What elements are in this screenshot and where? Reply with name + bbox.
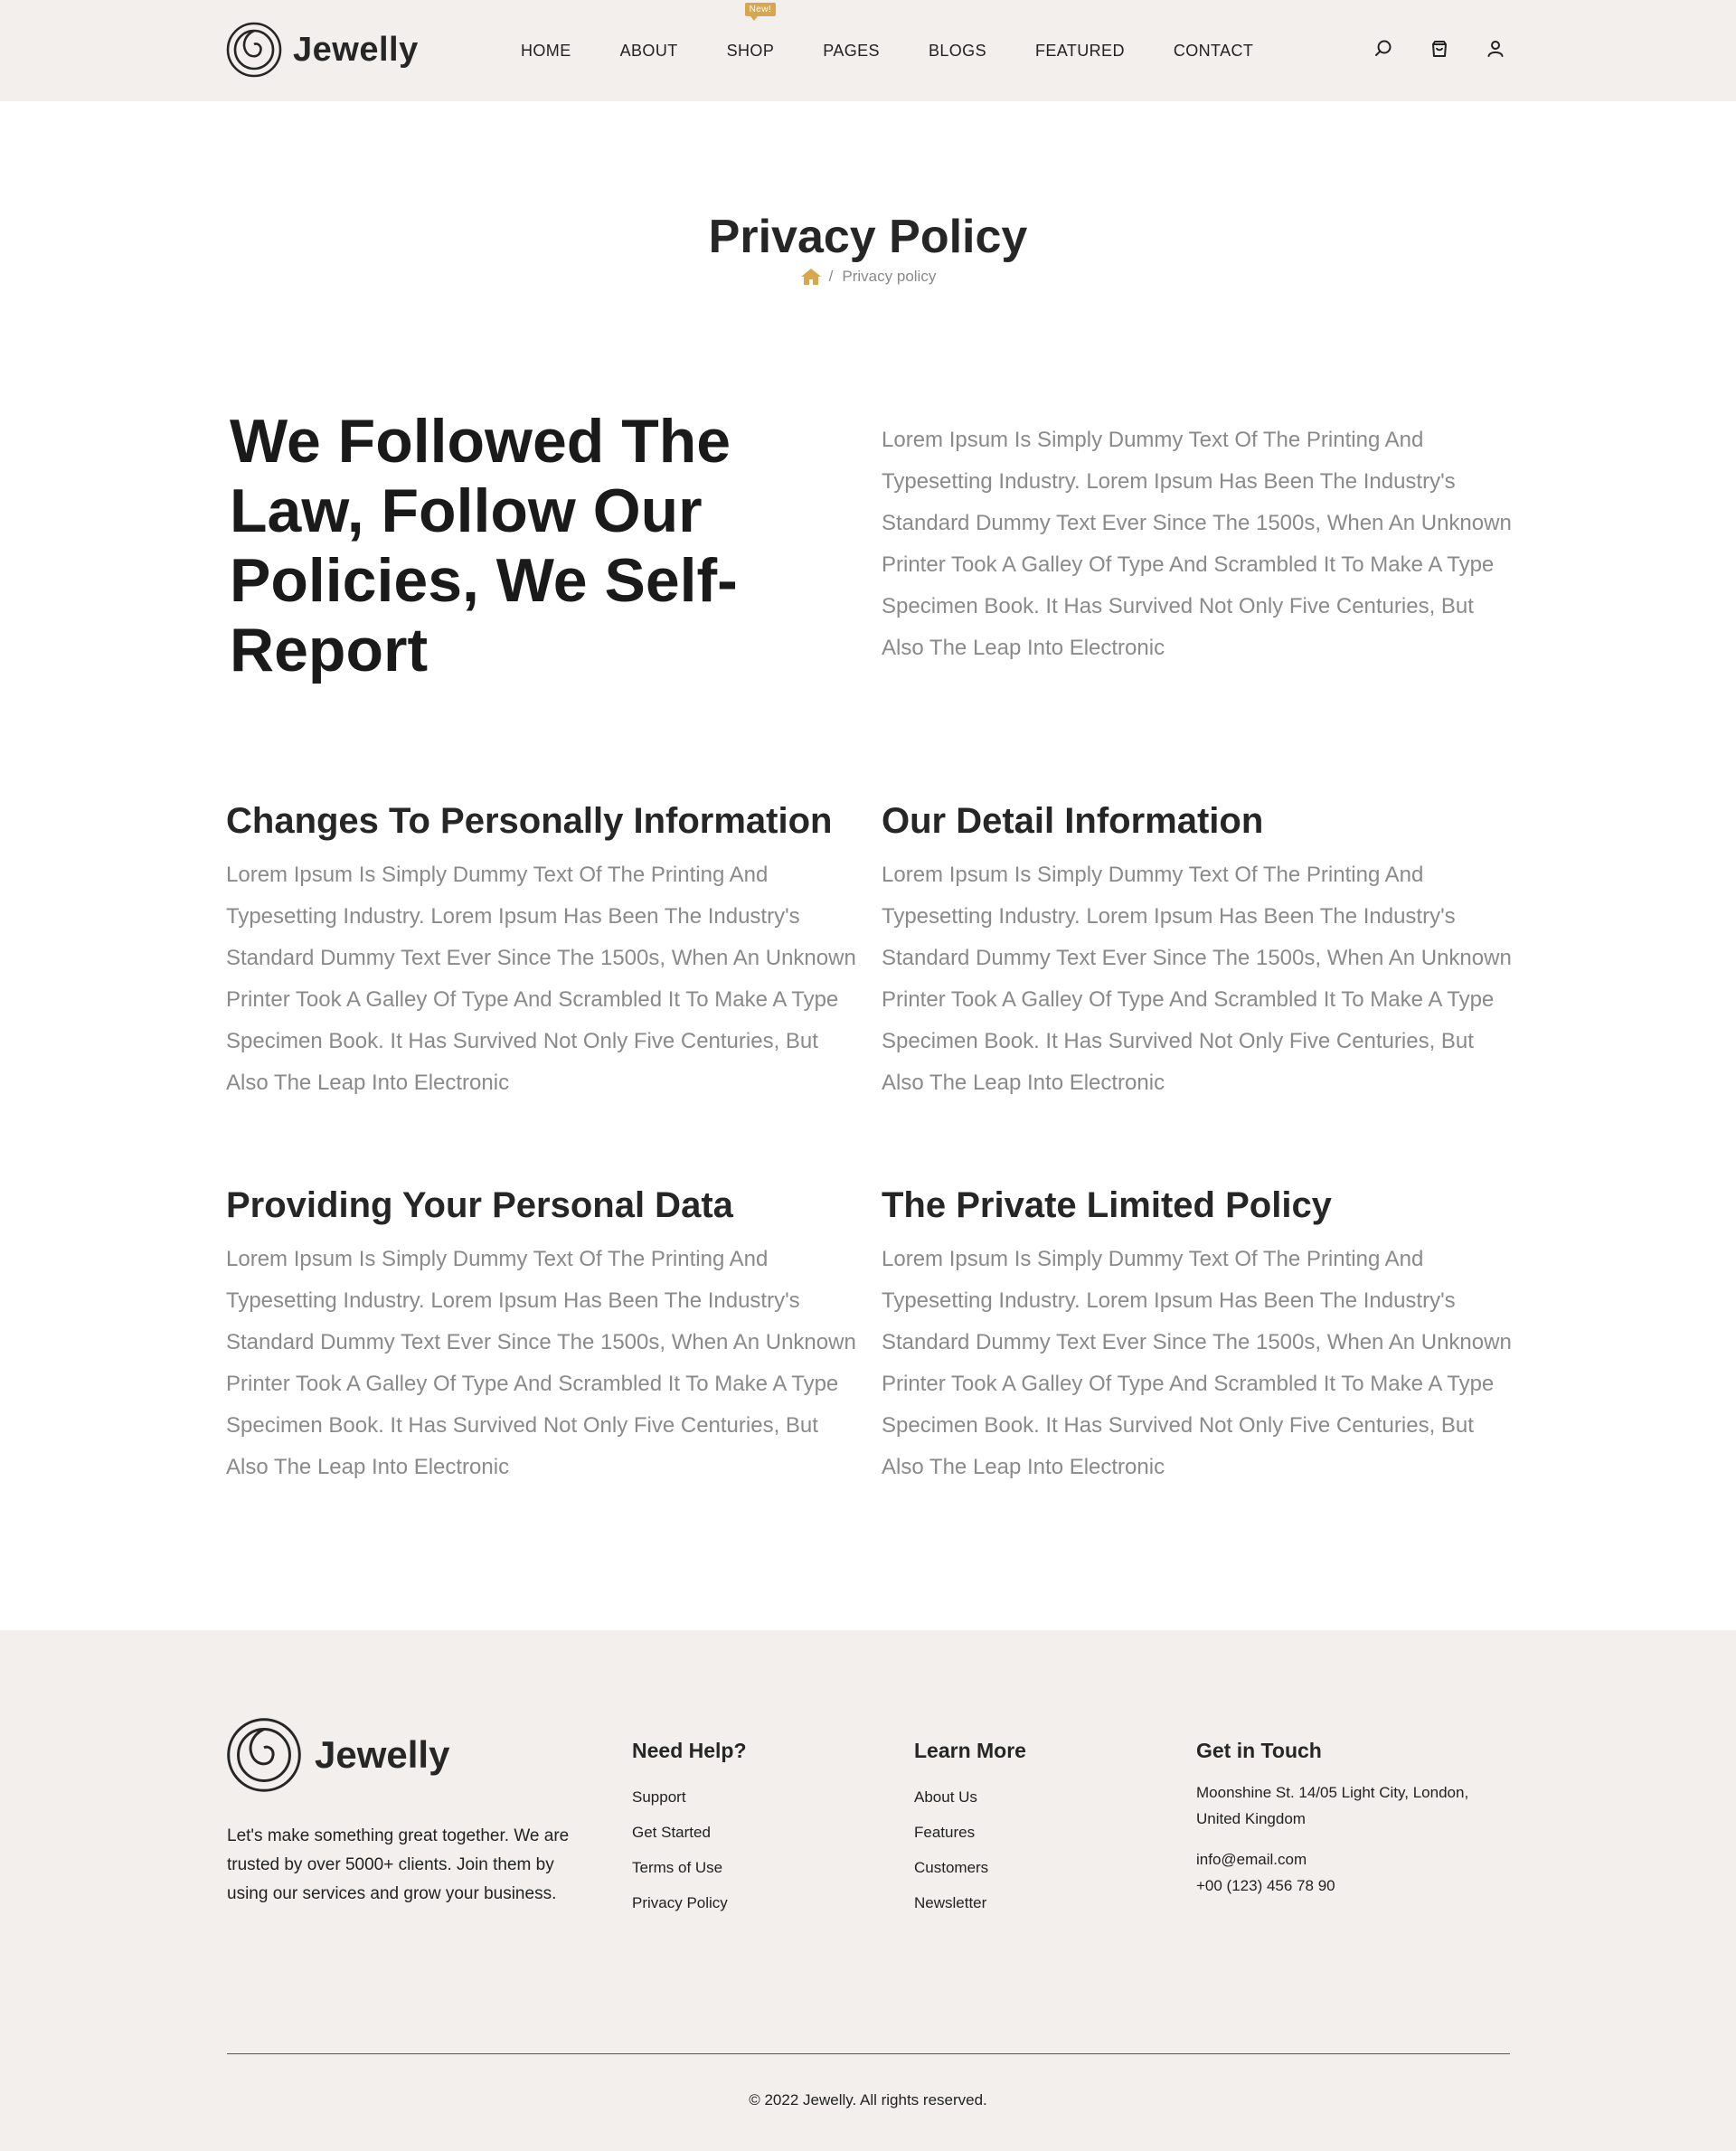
breadcrumb-current: Privacy policy [842, 268, 937, 285]
footer-logo-text: Jewelly [315, 1733, 450, 1776]
breadcrumb: / Privacy policy [0, 268, 1736, 286]
footer-column-title: Learn More [914, 1739, 1026, 1762]
cart-icon[interactable] [1429, 38, 1450, 60]
footer-about-text: Let's make something great together. We … [227, 1826, 570, 1903]
footer-link-customers[interactable]: Customers [914, 1850, 1026, 1885]
section-title: Our Detail Information [882, 801, 1264, 841]
header-actions [1373, 38, 1506, 60]
footer-get-in-touch: Get in Touch Moonshine St. 14/05 Light C… [1196, 1739, 1504, 1899]
section-text: Lorem Ipsum Is Simply Dummy Text Of The … [882, 1247, 1512, 1479]
footer-column-title: Need Help? [632, 1739, 747, 1762]
footer-link-support[interactable]: Support [632, 1779, 747, 1815]
footer-divider [227, 2053, 1510, 2054]
site-header: Jewelly HOME ABOUT New! SHOP PAGES BLOGS… [0, 0, 1736, 101]
page-title: Privacy Policy [708, 211, 1028, 263]
footer-email[interactable]: info@email.com [1196, 1846, 1504, 1873]
footer-address: Moonshine St. 14/05 Light City, London, … [1196, 1784, 1469, 1827]
footer-need-help: Need Help? Support Get Started Terms of … [632, 1739, 747, 1920]
logo-spiral-icon [226, 22, 282, 78]
section-title: Changes To Personally Information [226, 801, 833, 841]
footer-learn-more: Learn More About Us Features Customers N… [914, 1739, 1026, 1920]
new-badge: New! [744, 2, 777, 21]
footer-link-features[interactable]: Features [914, 1815, 1026, 1850]
section-title: Providing Your Personal Data [226, 1185, 733, 1225]
footer-link-privacy[interactable]: Privacy Policy [632, 1885, 747, 1920]
policy-section: Our Detail Information Lorem Ipsum Is Si… [882, 798, 1514, 1104]
user-icon[interactable] [1485, 38, 1506, 60]
intro-text: Lorem Ipsum Is Simply Dummy Text Of The … [882, 428, 1512, 660]
footer-link-terms[interactable]: Terms of Use [632, 1850, 747, 1885]
footer-logo[interactable]: Jewelly [226, 1717, 449, 1793]
nav-pages[interactable]: PAGES [823, 42, 880, 61]
policy-section: Changes To Personally Information Lorem … [226, 798, 859, 1104]
nav-about[interactable]: ABOUT [620, 42, 678, 61]
logo-spiral-icon [227, 1718, 301, 1792]
site-footer: Jewelly Let's make something great toget… [0, 1630, 1736, 2151]
breadcrumb-separator: / [828, 268, 834, 285]
search-icon[interactable] [1373, 38, 1394, 60]
site-logo[interactable]: Jewelly [226, 22, 419, 78]
logo-text: Jewelly [293, 30, 419, 69]
intro-heading: We Followed The Law, Follow Our Policies… [230, 407, 738, 684]
footer-link-get-started[interactable]: Get Started [632, 1815, 747, 1850]
section-text: Lorem Ipsum Is Simply Dummy Text Of The … [226, 863, 856, 1095]
home-icon[interactable] [800, 268, 822, 286]
footer-link-newsletter[interactable]: Newsletter [914, 1885, 1026, 1920]
nav-contact[interactable]: CONTACT [1174, 42, 1253, 61]
footer-link-about-us[interactable]: About Us [914, 1779, 1026, 1815]
main-nav: HOME ABOUT New! SHOP PAGES BLOGS FEATURE… [521, 0, 1253, 101]
policy-section: The Private Limited Policy Lorem Ipsum I… [882, 1183, 1514, 1488]
footer-phone[interactable]: +00 (123) 456 78 90 [1196, 1873, 1504, 1899]
section-text: Lorem Ipsum Is Simply Dummy Text Of The … [882, 863, 1512, 1095]
copyright: © 2022 Jewelly. All rights reserved. [749, 2091, 987, 2109]
nav-shop-label: SHOP [726, 41, 775, 60]
footer-column-title: Get in Touch [1196, 1739, 1322, 1762]
nav-home[interactable]: HOME [521, 42, 571, 61]
nav-blogs[interactable]: BLOGS [929, 42, 986, 61]
policy-section: Providing Your Personal Data Lorem Ipsum… [226, 1183, 859, 1488]
section-text: Lorem Ipsum Is Simply Dummy Text Of The … [226, 1247, 856, 1479]
section-title: The Private Limited Policy [882, 1185, 1332, 1225]
nav-shop[interactable]: New! SHOP [726, 2, 777, 61]
nav-featured[interactable]: FEATURED [1035, 42, 1125, 61]
